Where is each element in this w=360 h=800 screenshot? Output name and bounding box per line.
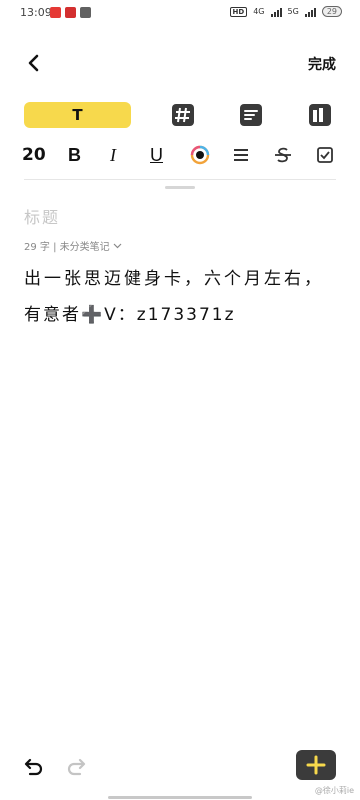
align-icon — [234, 149, 248, 161]
hd-icon: HD — [229, 6, 248, 17]
text-style-tab[interactable]: T — [24, 102, 131, 128]
title-field[interactable]: 标题 — [24, 204, 60, 228]
body-text-line-2[interactable]: 有意者➕V：z173371z — [24, 300, 236, 325]
strikethrough-icon — [275, 147, 291, 163]
layout-style-icon[interactable] — [307, 102, 333, 128]
battery-icon: 29 — [321, 6, 342, 17]
status-right: HD 4G 5G 29 — [229, 6, 342, 17]
color-wheel-icon — [190, 145, 210, 165]
network-5g: 5G — [287, 7, 299, 16]
chevron-down-icon — [113, 243, 122, 249]
add-button[interactable] — [296, 750, 336, 780]
network-4g: 4G — [253, 7, 265, 16]
body-text-line-1[interactable]: 出一张思迈健身卡，六个月左右， — [24, 264, 324, 289]
align-button[interactable] — [231, 142, 251, 168]
drag-handle[interactable] — [165, 186, 195, 189]
color-button[interactable] — [190, 142, 210, 168]
bottom-bar — [0, 750, 360, 790]
top-bar: 完成 — [0, 46, 360, 82]
watermark: @徐小莉ie — [314, 786, 354, 795]
app-notification-icon — [50, 7, 61, 18]
status-bar: 13:09 HD 4G 5G 29 — [0, 0, 360, 28]
signal-icon — [304, 7, 316, 17]
chevron-left-icon — [28, 54, 39, 72]
redo-button[interactable] — [66, 756, 88, 778]
underline-button[interactable]: U — [150, 142, 163, 168]
note-meta-text: 29 字 | 未分类笔记 — [24, 242, 110, 253]
undo-button[interactable] — [22, 756, 44, 778]
home-indicator[interactable] — [108, 796, 252, 799]
toolbar-divider — [24, 179, 336, 180]
strikethrough-button[interactable] — [273, 142, 293, 168]
undo-icon — [24, 758, 43, 776]
done-button[interactable]: 完成 — [308, 54, 336, 74]
status-time: 13:09 — [20, 6, 52, 19]
checkbox-icon — [317, 147, 333, 163]
checklist-button[interactable] — [315, 142, 335, 168]
italic-button[interactable]: I — [110, 142, 116, 168]
format-style-row: T — [0, 100, 360, 130]
signal-icon — [270, 7, 282, 17]
notification-icons — [50, 7, 91, 18]
app-notification-icon — [65, 7, 76, 18]
font-size-button[interactable]: 20 — [22, 142, 46, 168]
list-style-icon[interactable] — [238, 102, 264, 128]
heading-style-icon[interactable] — [170, 102, 196, 128]
note-meta[interactable]: 29 字 | 未分类笔记 — [24, 238, 122, 253]
back-button[interactable] — [20, 50, 46, 76]
app-notification-icon — [80, 7, 91, 18]
formatting-toolbar: 20 B I U — [0, 142, 360, 168]
bold-button[interactable]: B — [68, 142, 81, 168]
redo-icon — [67, 758, 86, 776]
plus-icon — [306, 755, 326, 775]
